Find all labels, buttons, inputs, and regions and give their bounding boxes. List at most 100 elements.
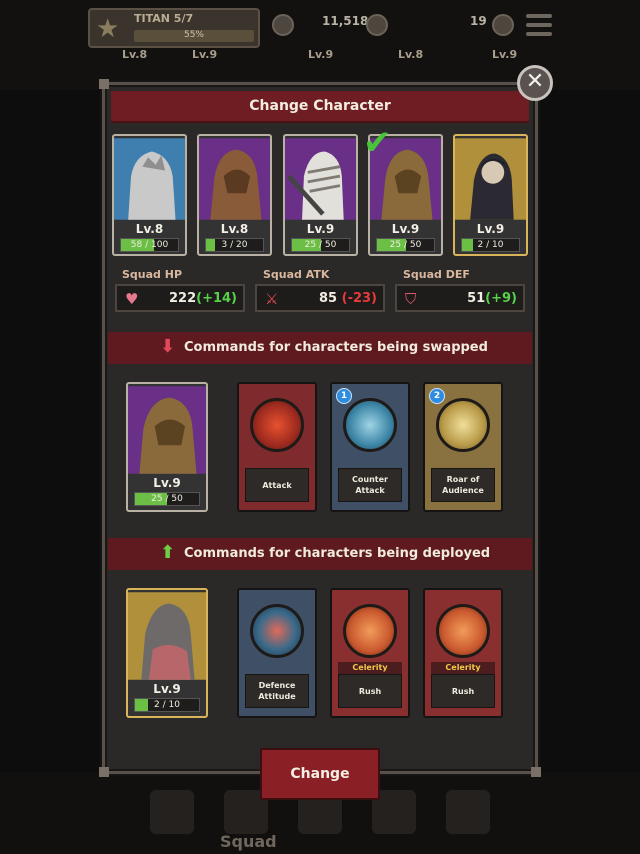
resource-amount: 11,518 (322, 14, 369, 28)
command-card-attack[interactable]: Attack (237, 382, 317, 512)
star-icon: ★ (96, 14, 120, 44)
heart-icon: ♥ (125, 290, 139, 308)
xp-bar: 25 / 50 (376, 238, 435, 252)
swapped-header-text: Commands for characters being swapped (184, 340, 488, 355)
character-portrait (285, 138, 356, 220)
deployed-character-card: Lv.9 2 / 10 (126, 588, 208, 718)
xp-text: 58 / 100 (130, 240, 169, 250)
character-card[interactable]: Lv.8 58 / 100 (112, 134, 187, 256)
character-portrait (455, 138, 526, 220)
rank-progress-bar: 55% (134, 30, 254, 42)
order-badge: 2 (429, 388, 445, 404)
command-name: Rush (338, 674, 402, 708)
character-portrait (199, 138, 270, 220)
squad-def-label: Squad DEF (403, 268, 470, 281)
xp-text: 2 / 10 (154, 700, 180, 710)
swapped-section-header: ⬇ Commands for characters being swapped (108, 332, 532, 364)
counter-attack-icon (343, 398, 397, 452)
xp-bar: 25 / 50 (134, 492, 200, 506)
command-tag: Celerity (431, 662, 495, 674)
character-level: Lv.9 (306, 222, 335, 236)
character-portrait (128, 592, 206, 680)
xp-text: 25 / 50 (151, 494, 183, 504)
character-level: Lv.8 (220, 222, 249, 236)
squad-hp-label: Squad HP (122, 268, 183, 281)
squad-atk-box: ⚔ 85 (-23) (255, 284, 385, 312)
frame-corner (99, 79, 109, 89)
squad-atk-value: 85 (-23) (319, 291, 377, 306)
add-resource-icon (366, 14, 388, 36)
rank-progress-text: 55% (183, 30, 204, 40)
xp-text: 3 / 20 (221, 240, 248, 250)
character-card[interactable]: Lv.9 25 / 50 (283, 134, 358, 256)
character-level: Lv.8 (135, 222, 164, 236)
character-card[interactable]: Lv.9 2 / 10 (453, 134, 528, 256)
close-button[interactable]: ✕ (517, 65, 553, 101)
xp-bar: 58 / 100 (120, 238, 179, 252)
xp-bar: 2 / 10 (134, 698, 200, 712)
command-card-rush[interactable]: Celerity Rush (423, 588, 503, 718)
sword-icon (250, 398, 304, 452)
bg-level: Lv.9 (308, 48, 334, 61)
rank-panel: ★ TITAN 5/7 55% (88, 8, 260, 48)
character-portrait (114, 138, 185, 220)
character-level: Lv.9 (391, 222, 420, 236)
squad-def-value: 51(+9) (467, 291, 517, 306)
command-tag: Celerity (338, 662, 402, 674)
arrow-up-icon: ⬆ (160, 542, 176, 563)
squad-hp-box: ♥ 222(+14) (115, 284, 245, 312)
bg-level: Lv.9 (492, 48, 518, 61)
command-card-roar-of-audience[interactable]: 2 Roar of Audience (423, 382, 503, 512)
deployed-section-header: ⬆ Commands for characters being deployed (108, 538, 532, 570)
nav-squad-label: Squad (220, 832, 277, 851)
coin-icon (272, 14, 294, 36)
xp-text: 25 / 50 (389, 240, 422, 250)
modal-title-bar: Change Character (111, 91, 529, 123)
modal-title: Change Character (249, 98, 391, 114)
character-level: Lv.9 (153, 476, 181, 490)
character-portrait (128, 386, 206, 474)
shield-icon: ⛉ (405, 290, 417, 308)
squad-def-box: ⛉ 51(+9) (395, 284, 525, 312)
arrow-down-icon: ⬇ (160, 336, 176, 357)
command-name: Rush (431, 674, 495, 708)
menu-icon (526, 14, 552, 36)
xp-bar: 25 / 50 (291, 238, 350, 252)
energy-amount: 19 (470, 14, 487, 28)
order-badge: 1 (336, 388, 352, 404)
nav-tab (150, 790, 194, 834)
swapped-character-card: Lv.9 25 / 50 (126, 382, 208, 512)
rush-icon (436, 604, 490, 658)
deployed-header-text: Commands for characters being deployed (184, 546, 491, 561)
rush-icon (343, 604, 397, 658)
command-card-counter-attack[interactable]: 1 Counter Attack (330, 382, 410, 512)
character-level: Lv.9 (153, 682, 181, 696)
xp-bar: 3 / 20 (205, 238, 264, 252)
frame-corner (99, 767, 109, 777)
command-name: Defence Attitude (245, 674, 309, 708)
xp-text: 25 / 50 (304, 240, 337, 250)
xp-text: 2 / 10 (477, 240, 504, 250)
bg-level: Lv.8 (122, 48, 148, 61)
character-card[interactable]: Lv.8 3 / 20 (197, 134, 272, 256)
bg-level: Lv.9 (192, 48, 218, 61)
shield-icon (250, 604, 304, 658)
command-name: Counter Attack (338, 468, 402, 502)
xp-bar: 2 / 10 (461, 238, 520, 252)
command-name: Roar of Audience (431, 468, 495, 502)
squad-atk-label: Squad ATK (263, 268, 330, 281)
bg-level: Lv.8 (398, 48, 424, 61)
roar-icon (436, 398, 490, 452)
command-name: Attack (245, 468, 309, 502)
command-card-defence-attitude[interactable]: Defence Attitude (237, 588, 317, 718)
add-energy-icon (492, 14, 514, 36)
nav-tab (446, 790, 490, 834)
squad-hp-value: 222(+14) (168, 291, 237, 306)
rank-name: TITAN 5/7 (134, 12, 194, 25)
change-button[interactable]: Change (260, 748, 380, 800)
command-card-rush[interactable]: Celerity Rush (330, 588, 410, 718)
sword-icon: ⚔ (265, 290, 279, 308)
character-level: Lv.9 (476, 222, 505, 236)
check-icon: ✔ (363, 123, 392, 163)
frame-corner (531, 767, 541, 777)
